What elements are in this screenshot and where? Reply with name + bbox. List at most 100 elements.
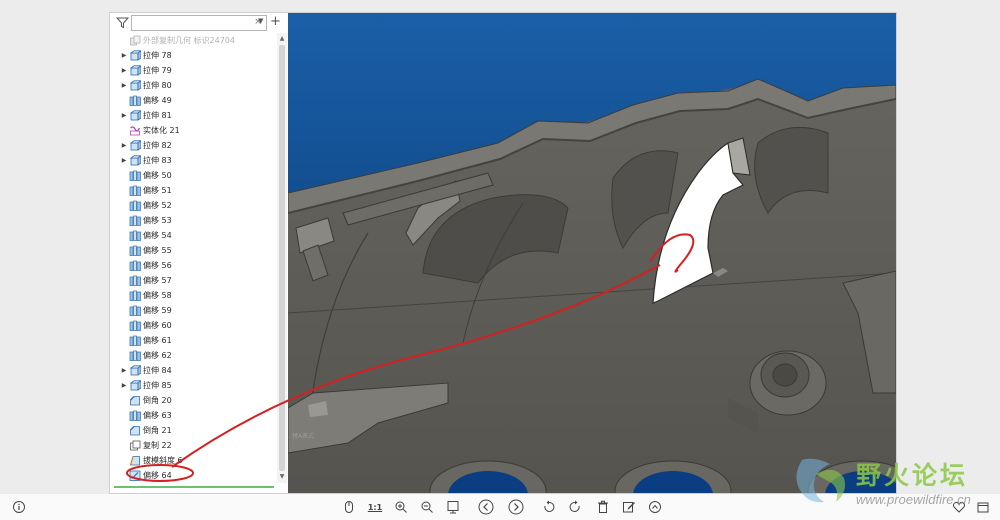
chamfer-icon (130, 396, 140, 406)
expand-arrow-icon[interactable]: ▶ (120, 363, 128, 378)
tree-item[interactable]: ▶ 拉伸 81 (110, 108, 277, 123)
tree-item[interactable]: 外部复制几何 标识24704 (110, 33, 277, 48)
3d-viewport[interactable]: 替A表式 (288, 13, 896, 493)
tree-item-label: 拔模斜度 6 (143, 456, 183, 465)
actual-size-button[interactable]: 1:1 (366, 498, 384, 516)
tree-item[interactable]: 偏移 56 (110, 258, 277, 273)
watermark: 野火论坛 www.proewildfire.cn (790, 452, 1000, 520)
tree-item-label: 拉伸 79 (143, 66, 172, 75)
scroll-up-arrow-icon[interactable]: ▲ (277, 35, 287, 42)
tree-item[interactable]: 偏移 59 (110, 303, 277, 318)
extrude-icon (129, 50, 141, 61)
scroll-thumb[interactable] (279, 45, 285, 471)
offset-icon (129, 350, 141, 361)
tree-item-label: 偏移 54 (143, 231, 172, 240)
tree-item-label: 拉伸 82 (143, 141, 172, 150)
tree-item[interactable]: 偏移 57 (110, 273, 277, 288)
copy-icon (130, 440, 141, 451)
tree-item[interactable]: 倒角 21 (110, 423, 277, 438)
tree-item-label: 偏移 56 (143, 261, 172, 270)
tree-item-label: 偏移 64 (143, 471, 172, 480)
rotate-right-icon[interactable] (566, 498, 584, 516)
offset-icon (129, 215, 141, 226)
offset-icon (129, 185, 141, 196)
tree-item[interactable]: 偏移 64 (110, 468, 277, 483)
tree-item[interactable]: ▶ 拉伸 79 (110, 63, 277, 78)
tree-item-label: 偏移 49 (143, 96, 172, 105)
tree-item-label: 拉伸 78 (143, 51, 172, 60)
tree-item-label: 偏移 51 (143, 186, 172, 195)
tree-item-label: 拉伸 84 (143, 366, 172, 375)
tree-item[interactable]: 偏移 60 (110, 318, 277, 333)
tree-item[interactable]: 实体化 21 (110, 123, 277, 138)
zoom-out-icon[interactable] (418, 498, 436, 516)
expand-arrow-icon[interactable]: ▶ (120, 153, 128, 168)
offset-icon (129, 95, 141, 106)
tree-item-label: 偏移 55 (143, 246, 172, 255)
chevron-down-icon[interactable]: ▼ (258, 17, 263, 25)
tree-item[interactable]: 偏移 61 (110, 333, 277, 348)
edit-icon[interactable] (620, 498, 638, 516)
filter-icon[interactable] (116, 16, 129, 29)
tree-item[interactable]: 偏移 55 (110, 243, 277, 258)
delete-icon[interactable] (594, 498, 612, 516)
offset-icon (129, 200, 141, 211)
mouse-icon[interactable] (340, 498, 358, 516)
tree-item-label: 实体化 21 (143, 126, 180, 135)
tree-scrollbar[interactable]: ▲ ▼ (277, 33, 287, 483)
tree-item-label: 拉伸 81 (143, 111, 172, 120)
rotate-left-icon[interactable] (540, 498, 558, 516)
info-icon[interactable] (10, 498, 28, 516)
tree-item[interactable]: 偏移 51 (110, 183, 277, 198)
expand-arrow-icon[interactable]: ▶ (120, 108, 128, 123)
tree-status-line (114, 486, 274, 488)
scroll-down-arrow-icon[interactable]: ▼ (277, 473, 287, 480)
tree-item[interactable]: ▶ 拉伸 85 (110, 378, 277, 393)
expand-arrow-icon[interactable]: ▶ (120, 48, 128, 63)
tree-item[interactable]: ▶ 拉伸 80 (110, 78, 277, 93)
tree-item[interactable]: 拔模斜度 6 (110, 453, 277, 468)
tree-item-label: 偏移 52 (143, 201, 172, 210)
tree-item[interactable]: 偏移 50 (110, 168, 277, 183)
tree-item[interactable]: 偏移 52 (110, 198, 277, 213)
offset-icon (129, 245, 141, 256)
offset-icon (129, 260, 141, 271)
expand-arrow-icon[interactable]: ▶ (120, 138, 128, 153)
previous-icon[interactable] (477, 498, 495, 516)
tree-item[interactable]: ▶ 拉伸 78 (110, 48, 277, 63)
tree-item[interactable]: 偏移 49 (110, 93, 277, 108)
extrude-icon (129, 140, 141, 151)
expand-arrow-icon[interactable]: ▶ (120, 378, 128, 393)
tree-item[interactable]: 倒角 20 (110, 393, 277, 408)
tree-item-label: 偏移 50 (143, 171, 172, 180)
tree-item-label: 复制 22 (143, 441, 172, 450)
forum-logo-icon (796, 458, 845, 503)
extrude-icon (129, 155, 141, 166)
extrude-icon (129, 365, 141, 376)
fit-view-icon[interactable] (444, 498, 462, 516)
tree-item[interactable]: 偏移 63 (110, 408, 277, 423)
tree-item[interactable]: 复制 22 (110, 438, 277, 453)
expand-arrow-icon[interactable]: ▶ (120, 63, 128, 78)
tree-item[interactable]: 偏移 62 (110, 348, 277, 363)
collapse-up-icon[interactable] (646, 498, 664, 516)
tree-item[interactable]: ▶ 拉伸 83 (110, 153, 277, 168)
tree-item[interactable]: 偏移 54 (110, 228, 277, 243)
tree-item[interactable]: 偏移 58 (110, 288, 277, 303)
offset-icon (129, 290, 141, 301)
add-icon[interactable]: + (270, 14, 281, 30)
draft-icon (129, 456, 140, 466)
next-icon[interactable] (507, 498, 525, 516)
extrude-icon (129, 110, 141, 121)
tree-item-label: 拉伸 83 (143, 156, 172, 165)
search-input[interactable] (131, 15, 267, 31)
zoom-in-icon[interactable] (392, 498, 410, 516)
expand-arrow-icon[interactable]: ▶ (120, 78, 128, 93)
tree-item-label: 倒角 21 (143, 426, 172, 435)
tree-item[interactable]: 偏移 53 (110, 213, 277, 228)
model-tree-panel: × ▼ + 外部复制几何 标识24704 ▶ 拉伸 78 ▶ 拉伸 79 ▶ 拉伸 80 偏移… (110, 13, 289, 493)
tree-item[interactable]: ▶ 拉伸 84 (110, 363, 277, 378)
tree-item[interactable]: ▶ 拉伸 82 (110, 138, 277, 153)
tree-item-label: 偏移 62 (143, 351, 172, 360)
viewport-corner-label: 替A表式 (292, 433, 315, 440)
